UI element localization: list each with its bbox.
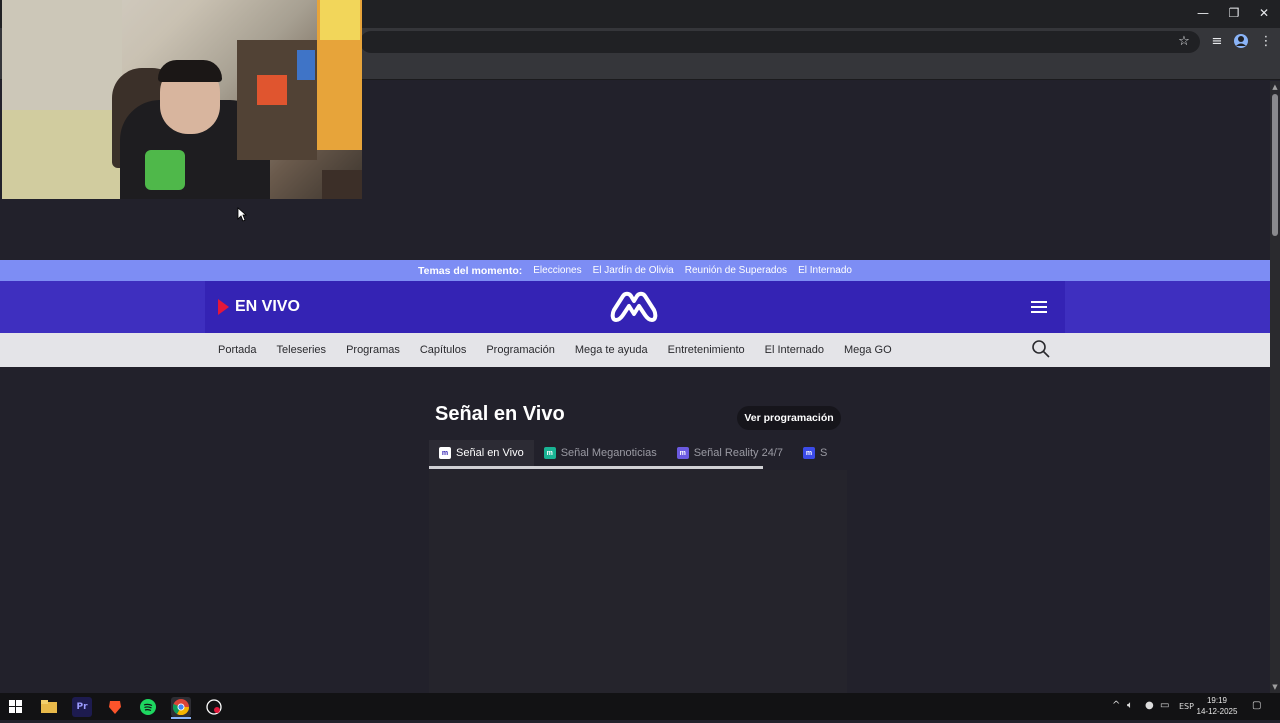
live-label: EN VIVO [235, 298, 300, 315]
nav-link-teleseries[interactable]: Teleseries [277, 344, 327, 356]
trending-link[interactable]: El Internado [798, 265, 852, 276]
restore-button[interactable]: ❐ [1219, 4, 1249, 22]
video-player[interactable] [429, 470, 847, 693]
start-icon[interactable] [6, 697, 26, 717]
scrollbar-thumb[interactable] [1272, 94, 1278, 236]
file-explorer-icon[interactable] [39, 697, 59, 717]
nav-link-capitulos[interactable]: Capítulos [420, 344, 466, 356]
trending-bar: Temas del momento: Elecciones El Jardín … [0, 260, 1270, 281]
nav-link-portada[interactable]: Portada [218, 344, 257, 356]
premiere-icon[interactable]: Pr [72, 697, 92, 717]
profile-avatar-icon[interactable] [1232, 33, 1250, 51]
tab-senal-en-vivo[interactable]: m Señal en Vivo [429, 440, 534, 466]
nav-link-el-internado[interactable]: El Internado [765, 344, 824, 356]
close-button[interactable]: ✕ [1249, 4, 1279, 22]
tab-senal-more[interactable]: m S [793, 440, 837, 466]
page-title: Señal en Vivo [435, 403, 565, 425]
network-icon[interactable]: ▭ [1160, 700, 1169, 711]
nav-link-mega-te-ayuda[interactable]: Mega te ayuda [575, 344, 648, 356]
trending-link[interactable]: El Jardín de Olivia [593, 265, 674, 276]
channel-tabs: m Señal en Vivo m Señal Meganoticias m S… [429, 440, 841, 468]
meganoticias-channel-icon: m [543, 447, 556, 459]
clock-date: 14-12-2025 [1196, 707, 1238, 716]
nav-link-entretenimiento[interactable]: Entretenimiento [668, 344, 745, 356]
nav-link-programas[interactable]: Programas [346, 344, 400, 356]
spotify-icon[interactable] [138, 697, 158, 717]
scroll-up-icon[interactable]: ▲ [1270, 82, 1280, 92]
chevron-up-icon[interactable]: ^ [1112, 700, 1120, 711]
active-app-indicator [171, 717, 191, 719]
notifications-icon[interactable]: ▢ [1252, 700, 1261, 711]
nav-link-mega-go[interactable]: Mega GO [844, 344, 892, 356]
mouse-cursor-icon [237, 207, 248, 227]
chrome-icon[interactable] [171, 697, 191, 717]
reality-channel-icon: m [676, 447, 689, 459]
tab-label: S [819, 447, 828, 459]
tab-label: Señal en Vivo [456, 447, 524, 459]
search-icon[interactable] [1031, 339, 1051, 359]
clock-time: 19:19 [1206, 696, 1228, 705]
mega-channel-icon: m [439, 447, 451, 459]
tab-senal-reality[interactable]: m Señal Reality 24/7 [667, 440, 793, 466]
recorder-icon[interactable] [204, 697, 224, 717]
live-play-icon [218, 299, 229, 315]
windows-taskbar [0, 693, 1280, 720]
brave-icon[interactable] [105, 697, 125, 717]
microphone-icon[interactable]: ● [1145, 700, 1154, 711]
trending-link[interactable]: Reunión de Superados [685, 265, 787, 276]
tab-senal-meganoticias[interactable]: m Señal Meganoticias [534, 440, 667, 466]
webcam-overlay [2, 0, 362, 199]
nav-links: Portada Teleseries Programas Capítulos P… [218, 333, 892, 367]
live-link[interactable]: EN VIVO [218, 296, 300, 318]
schedule-button[interactable]: Ver programación [737, 406, 841, 430]
trending-link[interactable]: Elecciones [533, 265, 581, 276]
hamburger-menu-icon[interactable] [1028, 297, 1050, 317]
tab-label: Señal Meganoticias [560, 447, 657, 459]
kebab-menu-icon[interactable]: ⋮ [1257, 33, 1275, 51]
nav-link-programacion[interactable]: Programación [486, 344, 554, 356]
language-indicator[interactable]: ESP [1179, 702, 1194, 711]
minimize-button[interactable]: — [1188, 4, 1218, 22]
clock[interactable]: 19:19 14-12-2025 [1196, 695, 1238, 717]
channel-icon: m [802, 447, 815, 459]
mega-logo-icon[interactable] [610, 290, 658, 324]
trending-title: Temas del momento: [417, 264, 523, 277]
star-icon[interactable]: ☆ [1175, 33, 1193, 51]
media-queue-icon[interactable]: ≡ [1208, 33, 1226, 51]
speaker-icon[interactable]: 🔈︎ [1127, 700, 1133, 711]
tab-label: Señal Reality 24/7 [693, 447, 783, 459]
tabs-scroll-indicator [429, 466, 763, 469]
address-bar[interactable] [360, 31, 1200, 53]
scroll-down-icon[interactable]: ▼ [1270, 682, 1280, 692]
